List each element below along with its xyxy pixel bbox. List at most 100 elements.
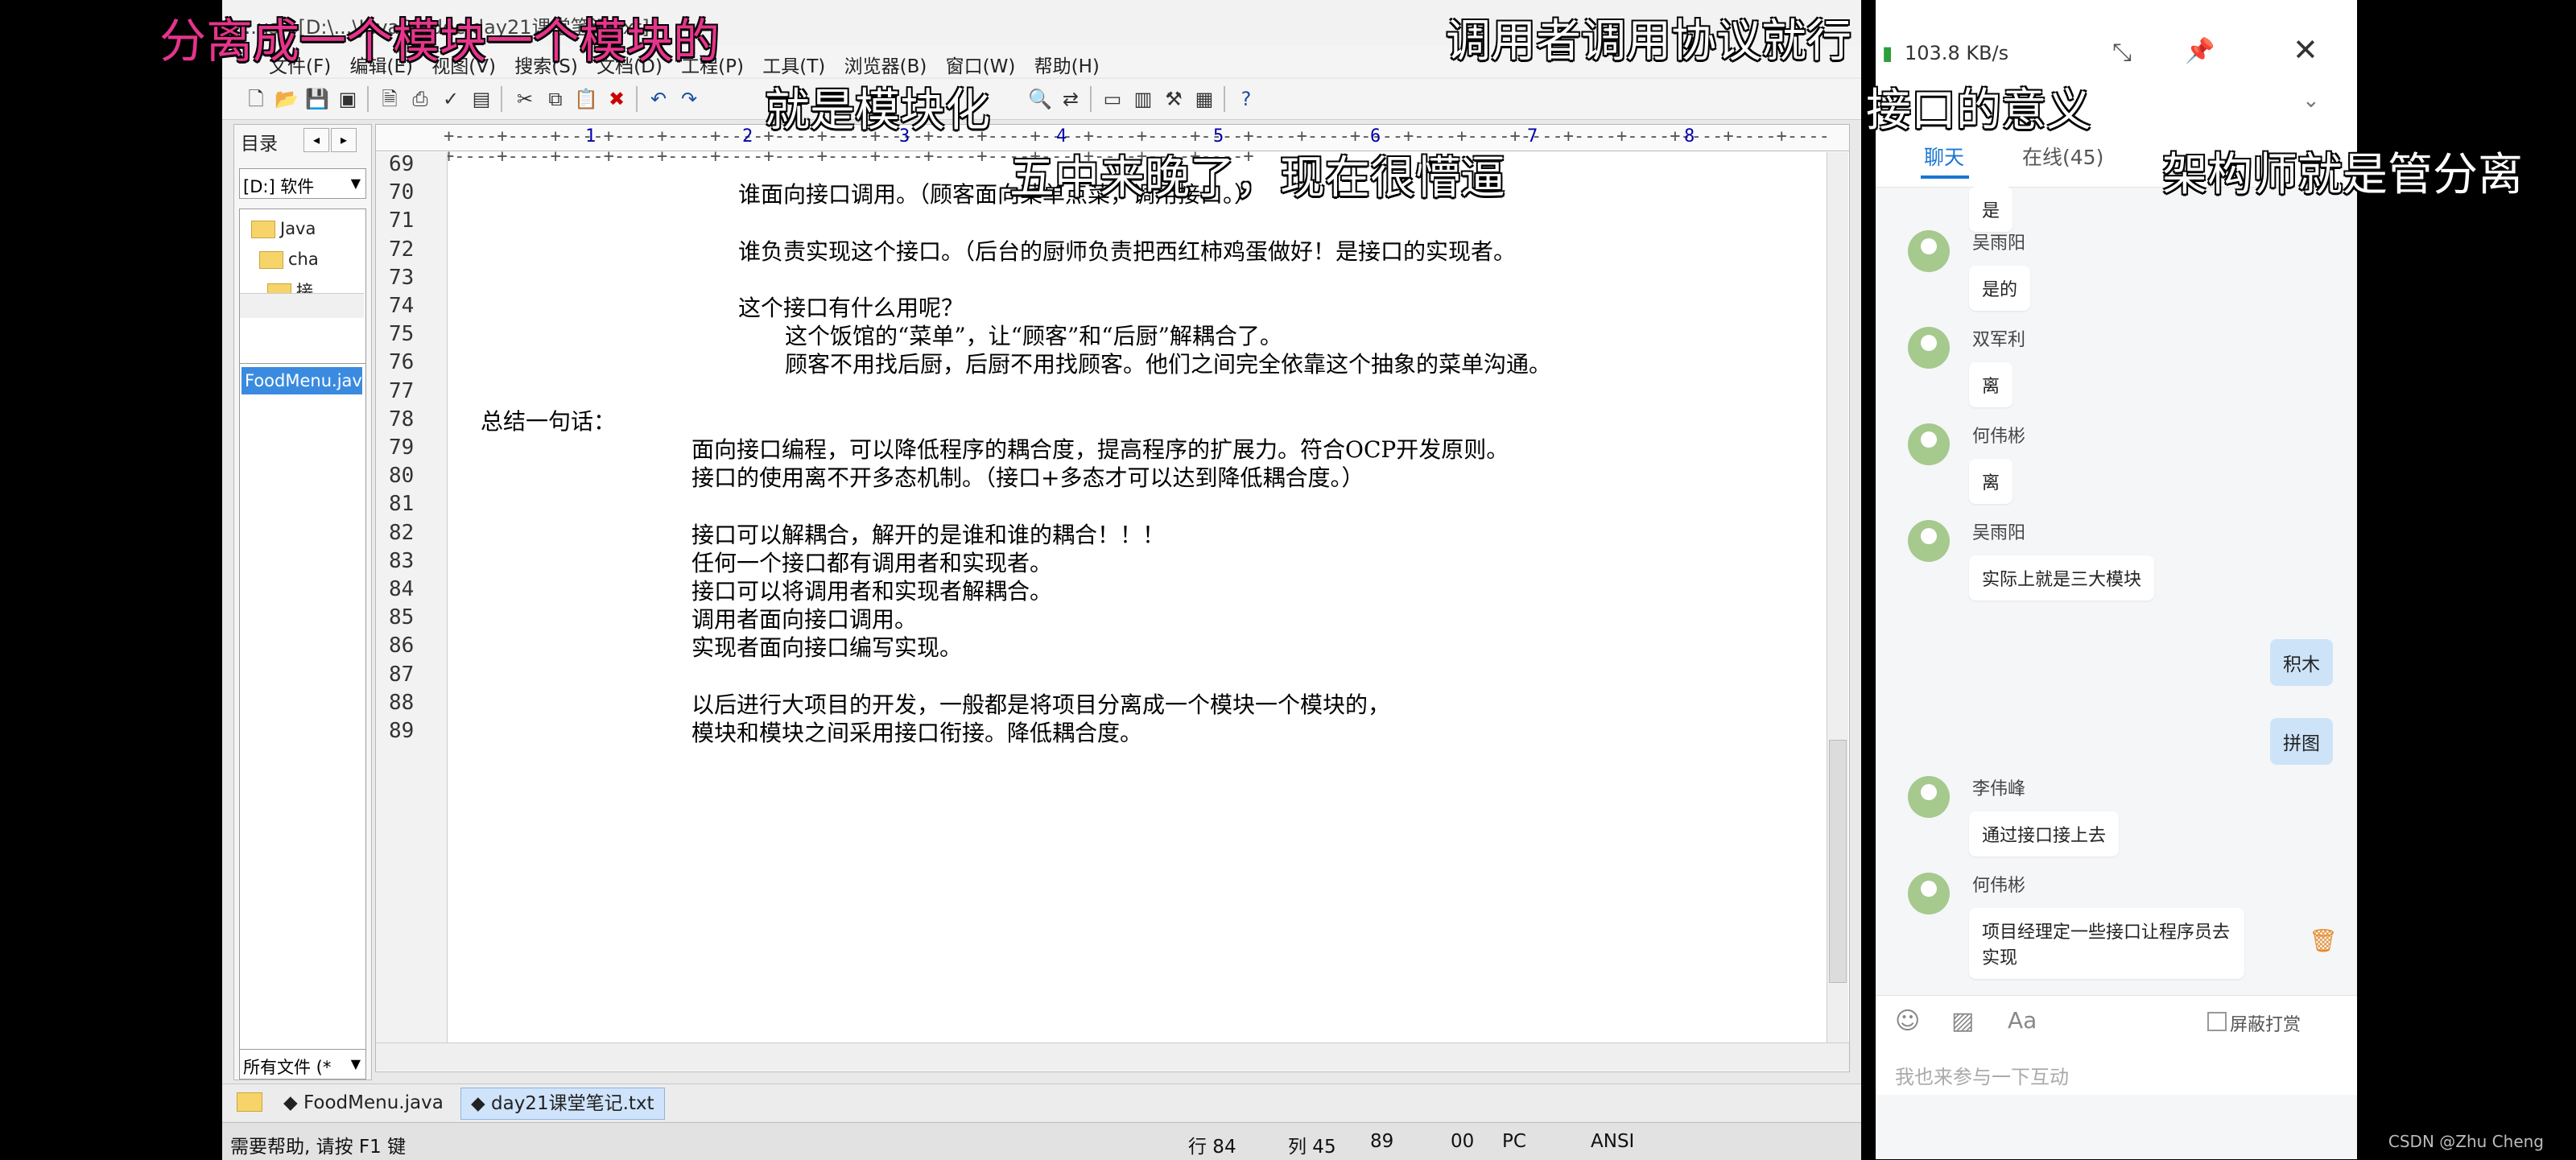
directory-panel: 目录 ◂ ▸ [D:] 软件 ▼ Java cha 接 FoodMenu.jav… [233, 124, 372, 1080]
chat-message: 实际上就是三大模块 [1969, 555, 2155, 601]
code-line: 总结一句话： [481, 407, 617, 435]
ruler-mark: 2 [742, 126, 753, 147]
status-help: 需要帮助, 请按 F1 键 [230, 1137, 407, 1158]
avatar [1908, 520, 1950, 562]
tab-online[interactable]: 在线(45) [2022, 142, 2103, 171]
avatar [1908, 327, 1950, 369]
avatar [1908, 873, 1950, 914]
tab-foodmenu[interactable]: ◆ FoodMenu.java [274, 1088, 453, 1118]
paste-icon[interactable]: 📋 [573, 87, 599, 111]
my-message: 拼图 [2270, 718, 2333, 765]
ruler-mark: 8 [1684, 126, 1695, 147]
undo-icon[interactable]: ↶ [646, 87, 671, 111]
pin-icon[interactable]: 📌 [2185, 37, 2215, 65]
overlay-caption: 分离成一个模块一个模块的 [159, 14, 720, 68]
chat-toolbar: ☺ ▨ Aa 屏蔽打赏 [1876, 995, 2357, 1044]
status-mode: 00 [1451, 1131, 1475, 1152]
code-line: 接口可以解耦合，解开的是谁和谁的耦合！！！ [691, 521, 1166, 548]
find-icon[interactable]: 🔍 [1027, 87, 1053, 111]
cut-icon[interactable]: ✂ [512, 87, 538, 111]
new-file-icon[interactable]: 🗋 [243, 87, 269, 111]
tool-icon[interactable]: ⚒ [1161, 87, 1187, 111]
chevron-down-icon[interactable]: ⌄ [2302, 89, 2320, 113]
view-icon[interactable]: ▭ [1100, 87, 1125, 111]
scrollbar-thumb[interactable] [1829, 740, 1847, 983]
text-editor[interactable]: +----+----+----+----+----+----+----+----… [375, 124, 1850, 1072]
chat-message: 项目经理定一些接口让程序员去实现 [1969, 908, 2244, 979]
folder-icon [251, 221, 275, 238]
chevron-down-icon: ▼ [350, 175, 361, 191]
file-list: FoodMenu.java [239, 363, 366, 1051]
chat-message: 是 [1969, 187, 2013, 232]
signal-icon: ▮ [1882, 42, 1893, 64]
open-icon[interactable]: 📂 [274, 87, 299, 111]
code-area[interactable]: 谁面向接口调用。（顾客面向菜单点菜，调用接口。） 谁负责实现这个接口。（后台的厨师… [376, 152, 1825, 1042]
vertical-scrollbar[interactable] [1827, 152, 1848, 1042]
code-line: 接口的使用离不开多态机制。（接口+多态才可以达到降低耦合度。） [691, 464, 1364, 492]
drive-select[interactable]: [D:] 软件 ▼ [239, 168, 366, 199]
chat-username: 双军利 [1972, 330, 2026, 350]
close-icon[interactable]: ✕ [2293, 32, 2318, 68]
print-icon[interactable]: ⎙ [407, 87, 433, 111]
toolbar-separator [501, 86, 502, 112]
font-size-icon[interactable]: Aa [2008, 1007, 2037, 1034]
message-list: 是 吴雨阳 是的 双军利 离 何伟彬 离 吴雨阳 实际上就是三大模块 积木 拼图… [1876, 187, 2357, 995]
chat-username: 李伟峰 [1972, 779, 2026, 799]
image-icon[interactable]: ▨ [1951, 1007, 1974, 1035]
chat-username: 吴雨阳 [1972, 233, 2026, 254]
toolbar-separator [367, 86, 369, 112]
document-tabs: ◆ FoodMenu.java ◆ day21课堂笔记.txt [222, 1084, 1861, 1121]
view-split-icon[interactable]: ▥ [1130, 87, 1156, 111]
ruler-mark: 1 [585, 126, 597, 147]
toolbar-separator [636, 86, 638, 112]
avatar [1908, 776, 1950, 818]
doc-icon[interactable]: ▦ [1191, 87, 1217, 111]
file-item-foodmenu[interactable]: FoodMenu.java [242, 367, 362, 394]
toolbar-separator [1090, 86, 1092, 112]
copy-icon[interactable]: ⧉ [543, 87, 568, 111]
format-icon[interactable]: ▤ [469, 87, 494, 111]
file-filter-select[interactable]: 所有文件 (* ▼ [239, 1049, 366, 1080]
status-length: 89 [1370, 1131, 1394, 1152]
save-icon[interactable]: 💾 [304, 87, 330, 111]
chat-input-placeholder: 我也来参与一下互动 [1895, 1066, 2069, 1088]
chat-message: 离 [1969, 362, 2013, 407]
replace-icon[interactable]: ⇄ [1058, 87, 1084, 111]
chat-username: 何伟彬 [1972, 427, 2026, 447]
my-message: 积木 [2270, 639, 2333, 686]
spellcheck-icon[interactable]: ✓ [438, 87, 464, 111]
file-filter-value: 所有文件 (* [243, 1058, 332, 1077]
delete-icon[interactable]: ✖ [604, 87, 630, 111]
folder-icon [259, 251, 283, 269]
emoji-icon[interactable]: ☺ [1895, 1007, 1920, 1035]
tree-folder[interactable]: Java [251, 219, 316, 238]
minimize-icon[interactable]: ⤡ [2112, 39, 2132, 67]
print-preview-icon[interactable]: 🗎 [377, 87, 402, 111]
trash-icon[interactable]: 🗑 [2309, 927, 2338, 954]
folder-icon[interactable] [237, 1092, 262, 1112]
code-line: 任何一个接口都有调用者和实现者。 [691, 549, 1053, 576]
shield-checkbox[interactable] [2207, 1012, 2227, 1031]
redo-icon[interactable]: ↷ [676, 87, 702, 111]
network-speed: 103.8 KB/s [1905, 42, 2009, 64]
horizontal-scrollbar[interactable] [376, 1042, 1849, 1071]
chat-input[interactable]: 我也来参与一下互动 [1876, 1043, 2357, 1095]
menu-help[interactable]: 帮助(H) [1028, 51, 1106, 78]
nav-back-button[interactable]: ◂ [303, 128, 329, 152]
chat-message: 是的 [1969, 266, 2031, 311]
chat-username: 何伟彬 [1972, 876, 2026, 896]
tab-chat[interactable]: 聊天 [1924, 142, 1964, 171]
tree-hscrollbar[interactable] [240, 293, 364, 318]
avatar [1908, 423, 1950, 465]
save-all-icon[interactable]: ▣ [335, 87, 361, 111]
ruler-mark: 7 [1527, 126, 1538, 147]
tree-folder[interactable]: cha [259, 250, 319, 269]
watermark: CSDN @Zhu Cheng [2388, 1132, 2544, 1151]
avatar [1908, 230, 1950, 272]
tab-day21-notes[interactable]: ◆ day21课堂笔记.txt [460, 1088, 665, 1120]
toolbar: 🗋 📂 💾 ▣ 🗎 ⎙ ✓ ▤ ✂ ⧉ 📋 ✖ ↶ ↷ 🔍 ⇄ ▭ ▥ ⚒ ▦ … [222, 79, 1861, 120]
chat-username: 吴雨阳 [1972, 523, 2026, 543]
help-icon[interactable]: ? [1233, 87, 1259, 111]
code-line: 这个接口有什么用呢？ [738, 295, 964, 321]
nav-forward-button[interactable]: ▸ [331, 128, 357, 152]
